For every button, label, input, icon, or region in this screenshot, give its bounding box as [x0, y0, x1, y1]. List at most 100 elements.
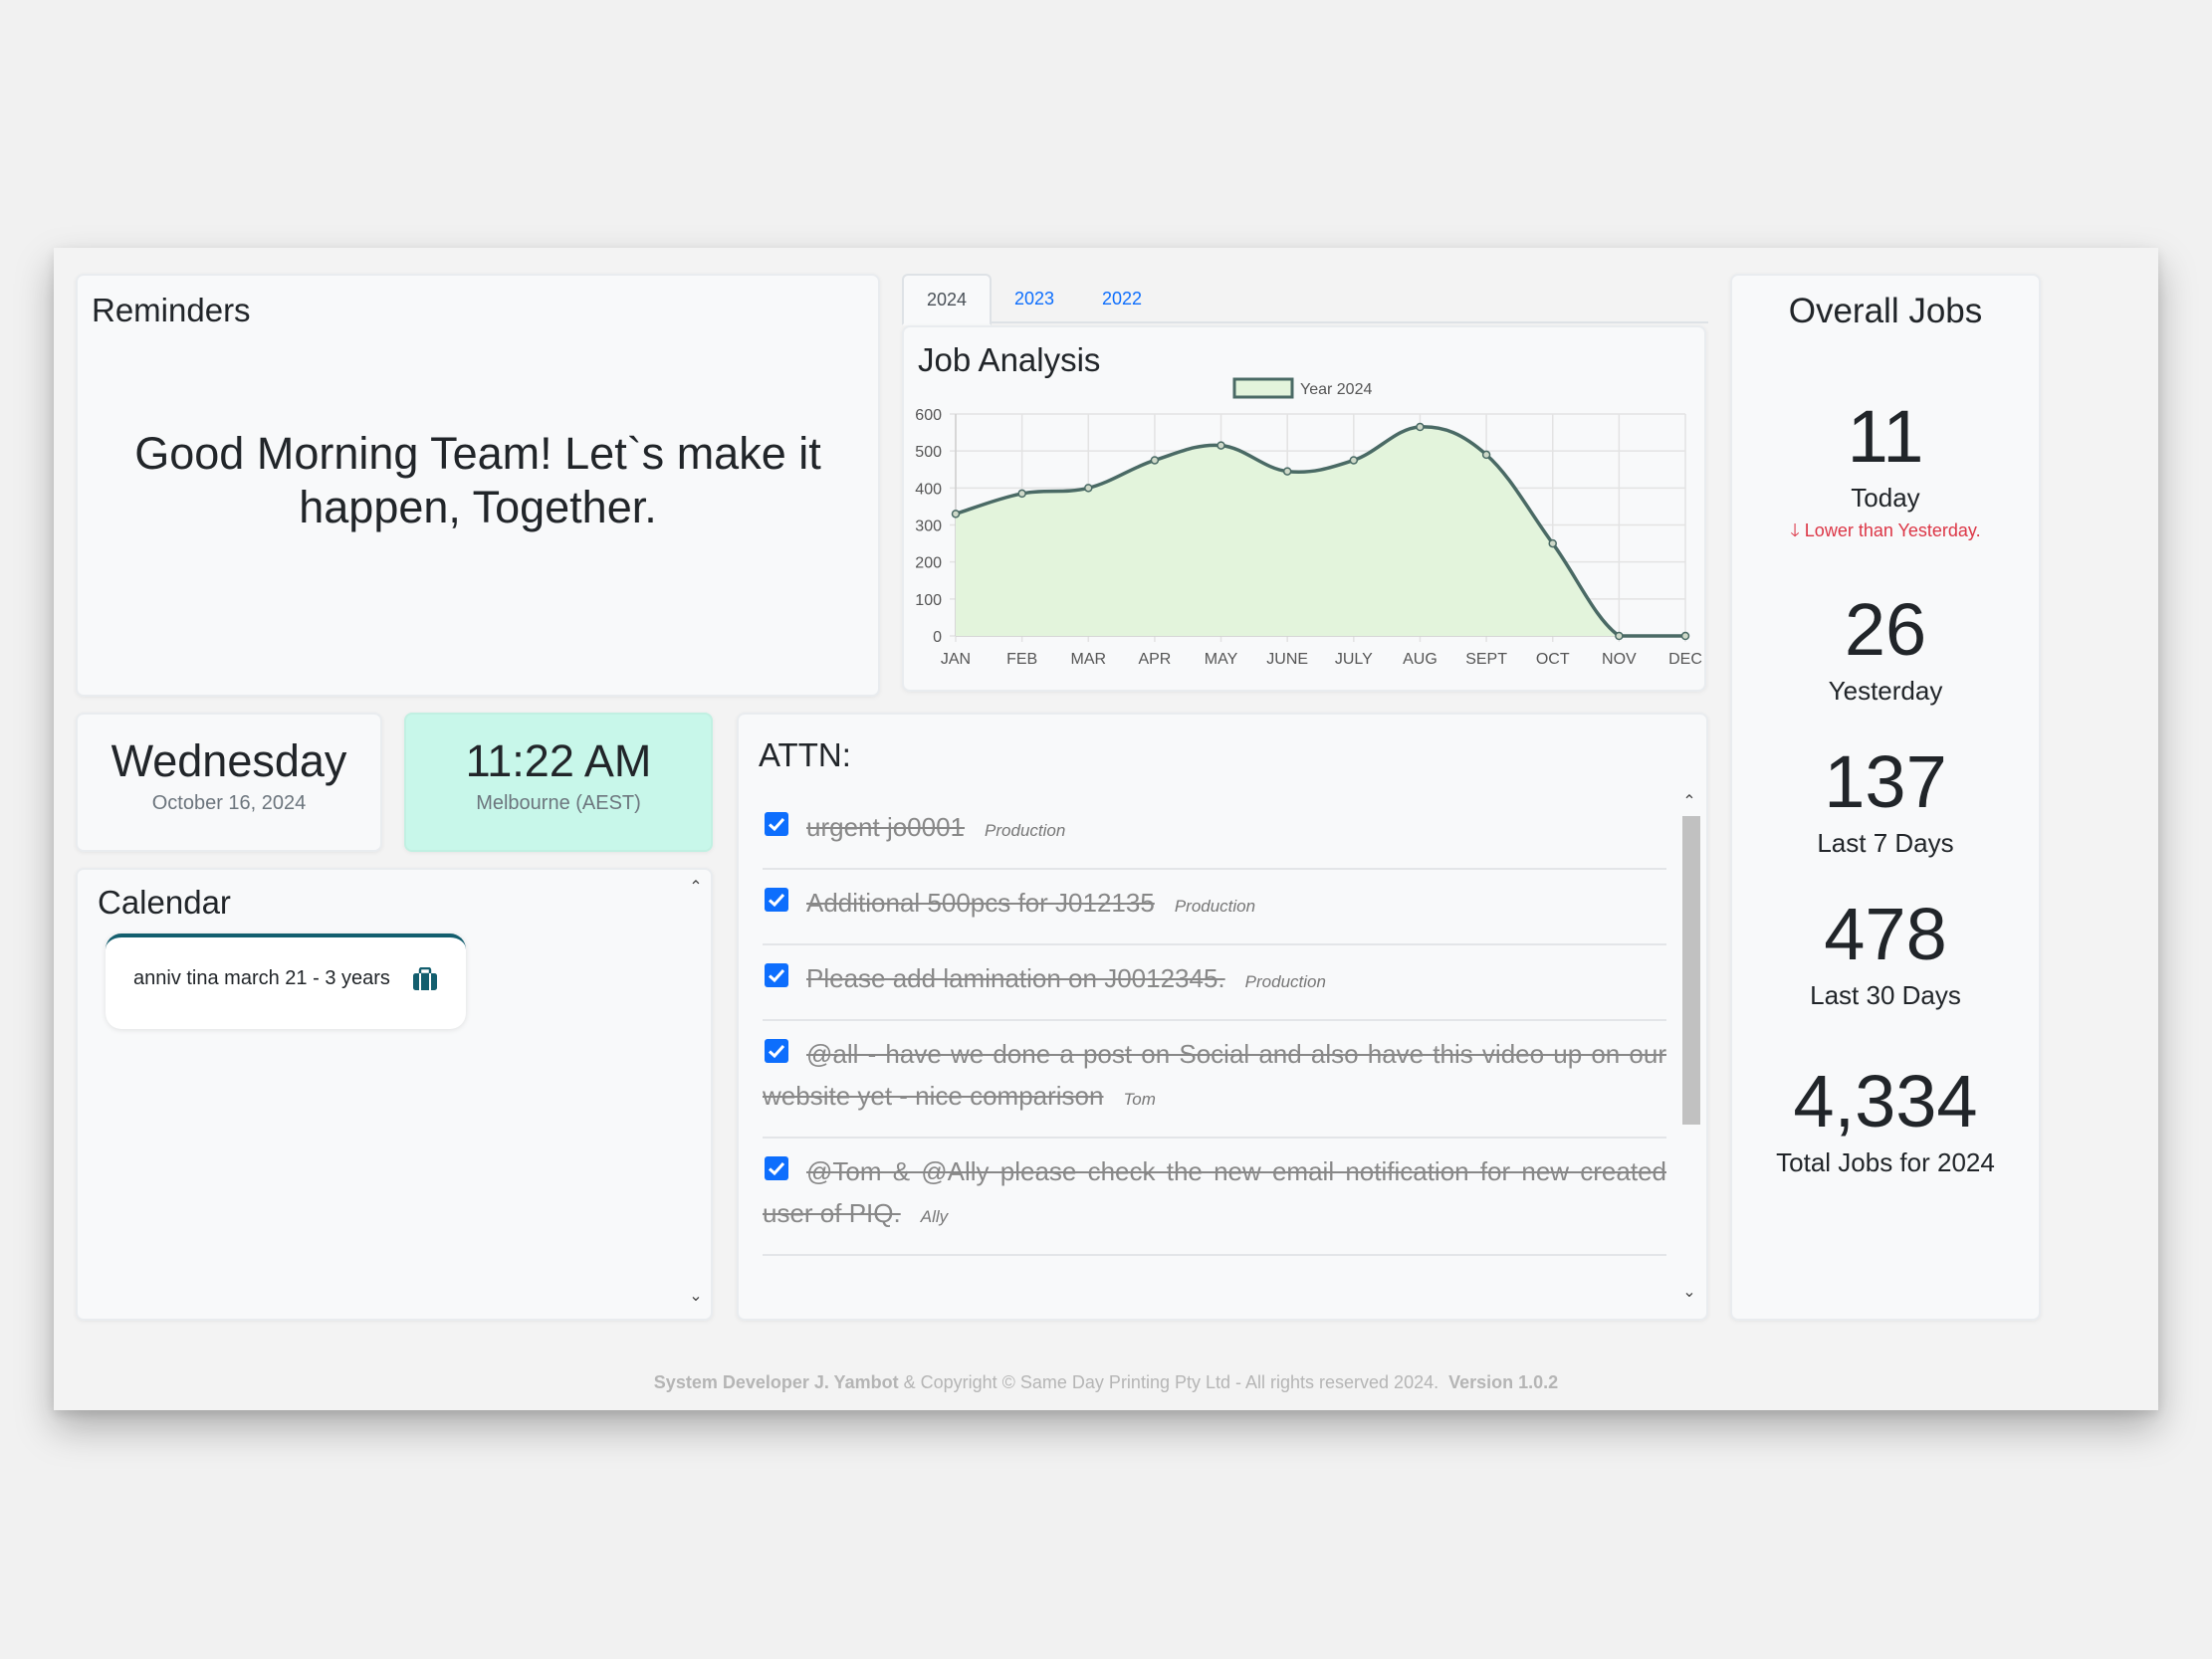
x-tick-label: NOV: [1602, 651, 1637, 668]
tab-2022[interactable]: 2022: [1079, 274, 1165, 323]
attn-item: Additional 500pcs for J012135 Production: [763, 870, 1666, 945]
data-point: [1548, 538, 1557, 548]
data-point: [1217, 441, 1225, 450]
attn-card: ATTN: urgent jo0001 Production Additional…: [737, 713, 1708, 1321]
arrow-down-icon: 🡓: [1790, 520, 1800, 540]
scroll-down-icon[interactable]: ⌄: [685, 1287, 707, 1307]
data-point: [1416, 422, 1425, 432]
footer-copyright: & Copyright © Same Day Printing Pty Ltd …: [903, 1372, 1439, 1392]
footer-developer: System Developer J. Yambot: [653, 1372, 899, 1392]
overall-jobs-title: Overall Jobs: [1788, 292, 1983, 330]
stat-yesterday: 26 Yesterday: [1732, 590, 2039, 708]
briefcase-icon: [412, 966, 438, 996]
y-tick-label: 100: [915, 592, 942, 609]
y-tick-label: 500: [915, 444, 942, 461]
series-area: [956, 426, 1685, 636]
footer-version: Version 1.0.2: [1448, 1372, 1559, 1392]
day-card: Wednesday October 16, 2024: [76, 713, 382, 852]
y-tick-label: 600: [915, 407, 942, 424]
x-tick-label: DEC: [1668, 651, 1702, 668]
data-point: [1084, 484, 1093, 493]
attn-scrollbar[interactable]: ⌃ ⌄: [1678, 717, 1700, 1317]
y-tick-label: 200: [915, 555, 942, 572]
stat-yesterday-label: Yesterday: [1828, 676, 1943, 706]
dashboard-frame: Reminders Good Morning Team! Let`s make …: [54, 248, 2158, 1410]
x-tick-label: MAR: [1070, 651, 1106, 668]
attn-item-author: Production: [1244, 972, 1326, 991]
y-tick-label: 400: [915, 481, 942, 498]
data-point: [1282, 467, 1292, 476]
x-tick-label: JUNE: [1266, 651, 1308, 668]
stat-today-trend-text: Lower than Yesterday.: [1804, 520, 1981, 540]
overall-jobs-card: Overall Jobs 11 Today 🡓 Lower than Yeste…: [1730, 274, 2041, 1321]
x-tick-label: APR: [1138, 651, 1171, 668]
data-point: [1150, 456, 1160, 465]
scrollbar-thumb[interactable]: [1682, 816, 1700, 1125]
attn-title: ATTN:: [759, 736, 851, 773]
y-tick-label: 0: [933, 629, 942, 646]
job-analysis-card: Job Analysis 0 100 200 300 400 500 600 JAN FEB MA…: [902, 325, 1706, 692]
y-tick-label: 300: [915, 518, 942, 535]
calendar-scrollbar[interactable]: ⌃ ⌄: [685, 872, 707, 1317]
x-tick-label: SEPT: [1465, 651, 1507, 668]
data-point: [1349, 456, 1359, 465]
x-tick-label: MAY: [1205, 651, 1238, 668]
x-tick-label: JULY: [1335, 651, 1373, 668]
x-tick-label: OCT: [1536, 651, 1570, 668]
attn-list: urgent jo0001 Production Additional 500pc…: [763, 794, 1666, 1256]
reminders-card: Reminders Good Morning Team! Let`s make …: [76, 274, 880, 697]
attn-checkbox[interactable]: [765, 1156, 788, 1180]
year-tabs: 2024 2023 2022: [902, 274, 1708, 325]
calendar-event[interactable]: anniv tina march 21 - 3 years: [106, 933, 466, 1029]
attn-item-author: Production: [1174, 897, 1256, 916]
attn-item-text: @Tom & @Ally please check the new email …: [763, 1156, 1666, 1228]
stat-today-value: 11: [1847, 395, 1924, 478]
attn-item: urgent jo0001 Production: [763, 794, 1666, 870]
attn-checkbox[interactable]: [765, 812, 788, 836]
calendar-title: Calendar: [98, 884, 231, 921]
stat-total-value: 4,334: [1793, 1060, 1978, 1142]
time-zone: Melbourne (AEST): [476, 792, 641, 814]
data-point: [1481, 450, 1491, 460]
stat-yesterday-value: 26: [1844, 588, 1927, 671]
data-point: [1680, 631, 1690, 641]
stat-last7: 137 Last 7 Days: [1732, 742, 2039, 860]
stat-last30: 478 Last 30 Days: [1732, 895, 2039, 1012]
calendar-card: Calendar anniv tina march 21 - 3 years ⌃…: [76, 868, 713, 1321]
attn-item: @Tom & @Ally please check the new email …: [763, 1139, 1666, 1256]
scroll-up-icon[interactable]: ⌃: [1678, 792, 1700, 812]
stat-last7-label: Last 7 Days: [1817, 828, 1954, 858]
time-card: 11:22 AM Melbourne (AEST): [404, 713, 713, 852]
attn-checkbox[interactable]: [765, 963, 788, 987]
x-tick-label: FEB: [1006, 651, 1037, 668]
attn-item-author: Ally: [920, 1207, 949, 1226]
legend-label: Year 2024: [1300, 381, 1372, 398]
attn-item-text: Additional 500pcs for J012135: [806, 888, 1155, 918]
x-tick-label: JAN: [941, 651, 971, 668]
stat-today-label: Today: [1851, 483, 1920, 513]
scroll-down-icon[interactable]: ⌄: [1678, 1283, 1700, 1303]
tab-2023[interactable]: 2023: [992, 274, 1077, 323]
stat-last30-value: 478: [1824, 893, 1947, 975]
day-name: Wednesday: [111, 735, 347, 786]
attn-item-author: Tom: [1123, 1090, 1156, 1109]
reminder-message: Good Morning Team! Let`s make it happen,…: [134, 428, 821, 532]
current-time: 11:22 AM: [465, 735, 652, 786]
footer: System Developer J. Yambot & Copyright ©…: [54, 1372, 2158, 1393]
attn-item-text: urgent jo0001: [806, 812, 966, 842]
attn-item-author: Production: [985, 821, 1066, 840]
reminders-title: Reminders: [92, 292, 251, 328]
calendar-event-text: anniv tina march 21 - 3 years: [133, 967, 390, 989]
attn-checkbox[interactable]: [765, 1039, 788, 1063]
x-tick-label: AUG: [1403, 651, 1438, 668]
attn-checkbox[interactable]: [765, 888, 788, 912]
data-point: [1017, 489, 1026, 499]
tab-2024[interactable]: 2024: [902, 274, 993, 325]
stat-today-trend: 🡓 Lower than Yesterday.: [1732, 518, 2039, 548]
stat-last30-label: Last 30 Days: [1810, 980, 1961, 1010]
stat-today: 11 Today 🡓 Lower than Yesterday.: [1732, 397, 2039, 548]
scroll-up-icon[interactable]: ⌃: [685, 878, 707, 898]
stat-total-label: Total Jobs for 2024: [1776, 1147, 1995, 1177]
day-date: October 16, 2024: [151, 792, 307, 814]
data-point: [951, 510, 961, 518]
